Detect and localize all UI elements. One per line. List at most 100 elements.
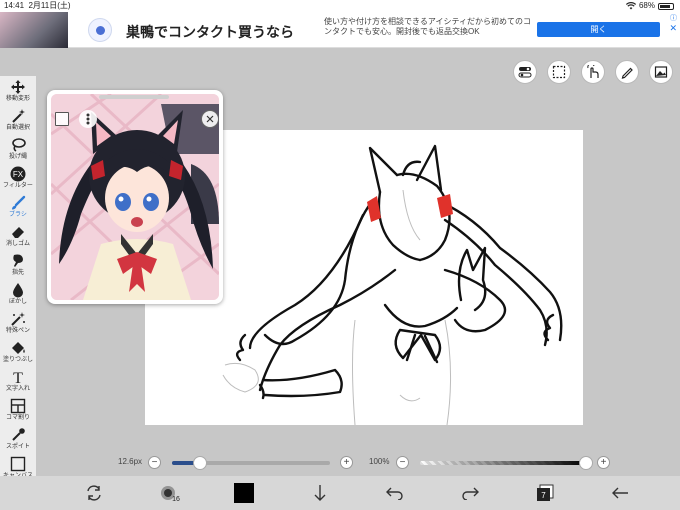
arrow-left-icon <box>612 487 628 499</box>
tool-lasso[interactable]: 投げ縄 <box>0 136 36 165</box>
finger-icon <box>13 254 23 267</box>
pencil-icon <box>621 67 633 79</box>
reference-close-button[interactable] <box>201 110 219 128</box>
ad-open-button[interactable]: 開く <box>537 22 660 37</box>
fill-icon <box>12 342 25 354</box>
ad-headline[interactable]: 巣鴨でコンタクト買うなら <box>126 22 294 42</box>
svg-text:7: 7 <box>541 491 546 500</box>
tool-brush[interactable]: ブラシ <box>0 194 36 223</box>
reference-menu-button[interactable] <box>79 110 97 128</box>
transform-quick-button[interactable] <box>83 483 105 503</box>
tool-label: 消しゴム <box>5 241 30 247</box>
lasso-icon <box>12 138 26 152</box>
hand-button[interactable] <box>581 60 605 84</box>
status-right: 68% <box>625 0 674 12</box>
current-color-swatch <box>234 483 254 503</box>
image-icon <box>654 66 668 78</box>
selection-button[interactable] <box>547 60 571 84</box>
status-bar: 14:41 2月11日(土) 68% <box>0 0 680 12</box>
tool-frame-divider[interactable]: コマ割り <box>0 397 36 426</box>
pen-button[interactable] <box>615 60 639 84</box>
tool-eyedropper[interactable]: スポイト <box>0 426 36 455</box>
svg-text:T: T <box>13 370 23 385</box>
tool-label: ぼかし <box>8 299 27 305</box>
tool-label: 自動選択 <box>5 125 30 131</box>
reference-image <box>51 94 219 300</box>
brush-size-value: 12.6px <box>118 457 143 466</box>
eraser-icon <box>12 227 24 238</box>
layers-icon: 7 <box>537 484 554 501</box>
tool-eraser[interactable]: 消しゴム <box>0 223 36 252</box>
ad-banner[interactable]: 巣鴨でコンタクト買うなら 使い方や付け方を相談できるアイシティだから初めてのコン… <box>0 12 680 48</box>
tool-smudge[interactable]: 指先 <box>0 252 36 281</box>
brush-preview-icon: 16 <box>161 486 180 503</box>
ad-thumbnail[interactable] <box>0 12 68 48</box>
tool-label: 塗りつぶし <box>2 357 34 363</box>
tool-filter[interactable]: FX フィルター <box>0 165 36 194</box>
status-time: 14:41 2月11日(土) <box>4 1 71 10</box>
opacity-increase-button[interactable]: + <box>597 456 610 469</box>
tool-auto-select[interactable]: 自動選択 <box>0 107 36 136</box>
back-button[interactable] <box>609 483 631 503</box>
opacity-slider[interactable] <box>420 461 586 465</box>
ad-info-icon[interactable]: ⓘ <box>670 13 677 23</box>
toggle-settings-button[interactable] <box>513 60 537 84</box>
more-vertical-icon <box>86 113 90 125</box>
svg-text:16: 16 <box>172 496 180 503</box>
battery-percent: 68% <box>638 1 655 10</box>
rotate-arrows-icon <box>87 485 101 501</box>
color-picker-button[interactable] <box>233 483 255 503</box>
opacity-knob[interactable] <box>579 456 593 470</box>
brush-icon <box>12 195 26 210</box>
opacity-value: 100% <box>369 457 390 466</box>
tool-blur[interactable]: ぼかし <box>0 281 36 310</box>
material-button[interactable] <box>649 60 673 84</box>
ad-close-icon[interactable]: ✕ <box>669 23 677 34</box>
tool-move-transform[interactable]: 移動変形 <box>0 78 36 107</box>
brush-sliders: 12.6px − + 100% − + <box>0 452 680 476</box>
frame-divider-icon <box>10 398 26 414</box>
redo-button[interactable] <box>459 483 481 503</box>
magic-wand-icon <box>12 109 25 123</box>
brush-size-decrease-button[interactable]: − <box>148 456 161 469</box>
brush-preview-button[interactable]: 16 <box>158 483 180 503</box>
tool-label: ブラシ <box>9 212 27 218</box>
brush-size-increase-button[interactable]: + <box>340 456 353 469</box>
tool-label: 指先 <box>11 270 24 276</box>
opacity-fill <box>420 461 586 465</box>
reference-drag-handle[interactable] <box>99 95 169 99</box>
move-icon <box>11 80 25 94</box>
tool-palette: 移動変形 自動選択 投げ縄 FX フィルター ブラシ 消しゴム 指先 ぼかし 特… <box>0 76 36 490</box>
layers-button[interactable]: 7 <box>534 483 556 503</box>
undo-button[interactable] <box>384 483 406 503</box>
undo-icon <box>386 487 403 500</box>
ad-body[interactable]: 使い方や付け方を相談できるアイシティだから初めてのコンタクトでも安心。開封後でも… <box>324 17 534 37</box>
tool-special-pen[interactable]: 特殊ペン <box>0 310 36 339</box>
tool-label: 文字入れ <box>5 386 30 392</box>
eyedropper-icon <box>12 428 25 441</box>
selection-dashed-icon <box>552 65 566 79</box>
tool-label: 投げ縄 <box>8 154 27 160</box>
reference-checkbox[interactable] <box>55 112 69 126</box>
reference-character-illustration <box>51 94 219 300</box>
ad-logo[interactable] <box>88 18 112 42</box>
text-icon: T <box>13 370 23 385</box>
battery-icon <box>658 2 674 10</box>
blur-icon <box>13 283 23 298</box>
special-pen-icon <box>11 312 25 326</box>
tool-fill[interactable]: 塗りつぶし <box>0 339 36 368</box>
redo-icon <box>462 487 479 500</box>
bottom-toolbar: 16 7 <box>0 476 680 510</box>
brush-size-knob[interactable] <box>193 456 208 470</box>
tool-text[interactable]: T 文字入れ <box>0 368 36 397</box>
reference-window[interactable] <box>47 90 223 304</box>
close-icon <box>206 115 214 123</box>
svg-text:FX: FX <box>13 170 24 179</box>
hand-pointer-icon <box>587 65 599 78</box>
arrow-down-icon <box>314 485 326 501</box>
tool-label: コマ割り <box>5 415 30 421</box>
tool-label: スポイト <box>5 444 30 450</box>
toggle-icon <box>518 67 532 78</box>
opacity-decrease-button[interactable]: − <box>396 456 409 469</box>
download-button[interactable] <box>309 483 331 503</box>
